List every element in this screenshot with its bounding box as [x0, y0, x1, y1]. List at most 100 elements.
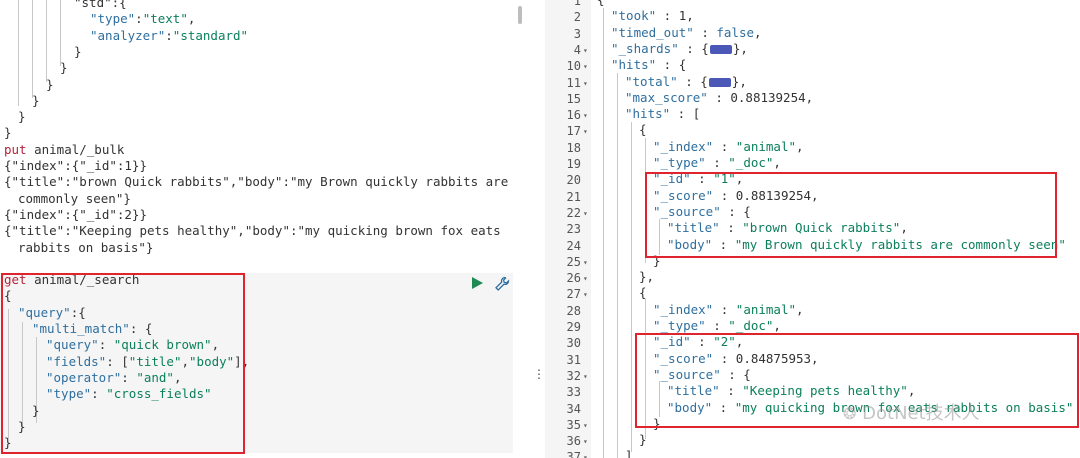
code-token: {"title":"Keeping pets healthy","body":"…: [4, 223, 501, 239]
line-number: 11: [566, 75, 581, 90]
response-line: "max_score" : 0.88139254,: [625, 90, 813, 106]
watermark: ❂ DotNet技术人: [843, 399, 980, 425]
indent-guide: [60, 0, 61, 66]
code-token: ,: [796, 301, 804, 317]
line-number: 29: [566, 320, 581, 334]
code-token: }: [4, 125, 12, 141]
editor-line: {"title":"Keeping pets healthy","body":"…: [4, 223, 501, 239]
code-token: :: [693, 24, 717, 40]
line-number: 23: [566, 222, 581, 237]
response-line: ]: [625, 448, 633, 458]
line-number: 19: [566, 157, 581, 171]
line-number: 18: [566, 140, 581, 155]
editor-scrollbar[interactable]: [518, 6, 522, 24]
code-token: {"index":{"_id":1}}: [4, 158, 147, 173]
response-line: "hits" : {: [611, 57, 686, 73]
response-line: "hits" : [: [625, 106, 700, 122]
fold-arrow-icon[interactable]: ▾: [583, 290, 588, 299]
line-number: 35: [566, 417, 581, 432]
line-number: 33: [566, 385, 581, 400]
code-token: "hits": [611, 57, 657, 73]
line-number: 25: [566, 254, 581, 269]
code-token: "max_score": [625, 89, 708, 105]
request-editor[interactable]: "std":{"type":"text", "analyzer":"standar…: [0, 0, 525, 458]
code-token: }: [32, 92, 40, 108]
vertical-ellipsis-icon[interactable]: ⋮: [533, 368, 545, 380]
fold-arrow-icon[interactable]: ▾: [583, 127, 588, 136]
code-token: {: [639, 122, 647, 138]
code-token: "_doc": [728, 155, 774, 170]
response-line: {: [639, 285, 647, 301]
code-token: ,: [754, 24, 762, 40]
pane-resizer[interactable]: ⋮: [525, 0, 545, 458]
code-token: "animal": [735, 138, 797, 154]
fold-end-icon[interactable]: ▾: [583, 274, 588, 283]
line-number: 22: [566, 205, 581, 220]
editor-line: }: [74, 44, 82, 60]
line-number: 36: [566, 434, 581, 449]
code-token: {"title":"brown Quick rabbits","body":"m…: [4, 174, 509, 190]
line-number: 21: [566, 189, 581, 204]
code-token: rabbits on basis"}: [18, 239, 154, 255]
code-token: "total": [625, 73, 678, 89]
response-line: "_index" : "animal",: [653, 302, 804, 318]
code-token: :: [713, 301, 736, 317]
response-line: "_type" : "_doc",: [653, 318, 781, 334]
fold-end-icon[interactable]: ▾: [583, 453, 588, 458]
line-number: 24: [566, 238, 581, 253]
response-line: "timed_out" : false,: [611, 25, 762, 41]
response-line: },: [639, 269, 654, 285]
response-line: "_index" : "animal",: [653, 139, 804, 155]
code-token: ,: [187, 11, 196, 27]
code-token: "animal": [735, 301, 797, 317]
fold-arrow-icon[interactable]: ▾: [583, 209, 588, 218]
fold-arrow-icon[interactable]: ▾: [583, 46, 588, 55]
code-token: },: [732, 40, 748, 56]
code-token: ]: [625, 448, 633, 458]
indent-guide: [603, 8, 604, 458]
indent-guide: [631, 122, 632, 452]
code-token: : 0.88139254,: [707, 89, 814, 105]
editor-line: "analyzer":"standard": [90, 28, 248, 44]
response-panel: 1{2"took" : 1,3"timed_out" : false,4▾"_s…: [545, 0, 1080, 458]
code-token: "timed_out": [611, 24, 694, 40]
code-token: "standard": [172, 27, 249, 43]
play-icon[interactable]: [470, 276, 484, 293]
wrench-icon[interactable]: [494, 276, 510, 295]
line-number: 2: [573, 10, 581, 25]
line-number: 1: [573, 0, 581, 8]
code-token: false: [716, 24, 755, 40]
fold-end-icon[interactable]: ▾: [583, 437, 588, 446]
line-number: 17: [566, 124, 581, 139]
code-token: : [: [670, 106, 701, 122]
editor-line: }: [32, 93, 40, 109]
code-token: },: [639, 269, 655, 285]
indent-guide: [18, 0, 19, 106]
response-line: "_type" : "_doc",: [653, 155, 781, 171]
code-token: "_type": [653, 155, 706, 170]
response-line: }: [639, 432, 647, 448]
line-number: 3: [573, 26, 581, 41]
fold-arrow-icon[interactable]: ▾: [583, 111, 588, 120]
fold-arrow-icon[interactable]: ▾: [583, 79, 588, 88]
fold-end-icon[interactable]: ▾: [583, 421, 588, 430]
response-line: {: [639, 122, 647, 138]
code-token: : {: [677, 73, 708, 89]
editor-line: {"index":{"_id":1}}: [4, 158, 147, 174]
collapsed-object-badge[interactable]: [708, 77, 731, 87]
code-token: {: [597, 0, 605, 7]
response-line: {: [597, 0, 605, 8]
wechat-logo-icon: ❂: [843, 404, 857, 423]
code-token: "type": [90, 11, 136, 27]
code-token: animal/_bulk: [26, 141, 125, 157]
code-token: ,: [796, 138, 804, 154]
collapsed-object-badge[interactable]: [709, 44, 732, 54]
fold-end-icon[interactable]: ▾: [583, 258, 588, 267]
fold-arrow-icon[interactable]: ▾: [583, 372, 588, 381]
editor-line: rabbits on basis"}: [18, 240, 153, 256]
indent-guide: [32, 0, 33, 98]
search-request-highlight-box: [1, 273, 245, 454]
editor-line: "type":"text",: [90, 11, 195, 27]
fold-arrow-icon[interactable]: ▾: [583, 62, 588, 71]
response-line: "_shards" : {},: [611, 41, 748, 57]
